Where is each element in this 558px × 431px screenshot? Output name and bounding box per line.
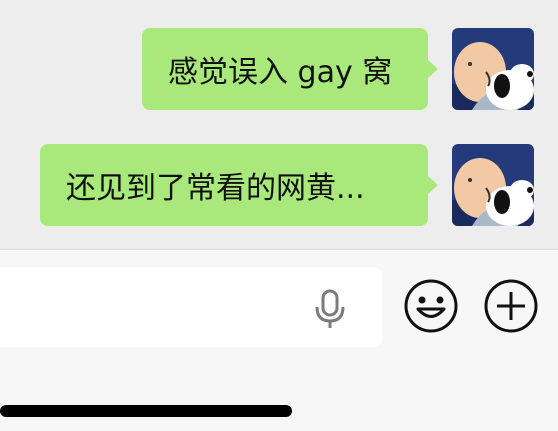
message-row: 感觉误入 gay 窝: [142, 28, 534, 110]
input-panel: [0, 249, 558, 431]
avatar[interactable]: [452, 144, 534, 226]
microphone-icon[interactable]: [312, 289, 348, 329]
message-bubble[interactable]: 感觉误入 gay 窝: [142, 28, 438, 110]
plus-circle-icon[interactable]: [483, 278, 539, 334]
message-text: 还见到了常看的网黄...: [66, 171, 365, 206]
smiley-face-icon[interactable]: [403, 278, 459, 334]
avatar[interactable]: [452, 28, 534, 110]
chat-message-area[interactable]: 感觉误入 gay 窝 还见到了常看的网黄...: [0, 0, 558, 249]
message-bubble[interactable]: 还见到了常看的网黄...: [40, 144, 438, 226]
message-row: 还见到了常看的网黄...: [40, 144, 534, 226]
home-indicator[interactable]: [0, 405, 292, 417]
message-text: 感觉误入 gay 窝: [168, 55, 393, 90]
message-input[interactable]: [0, 267, 382, 347]
